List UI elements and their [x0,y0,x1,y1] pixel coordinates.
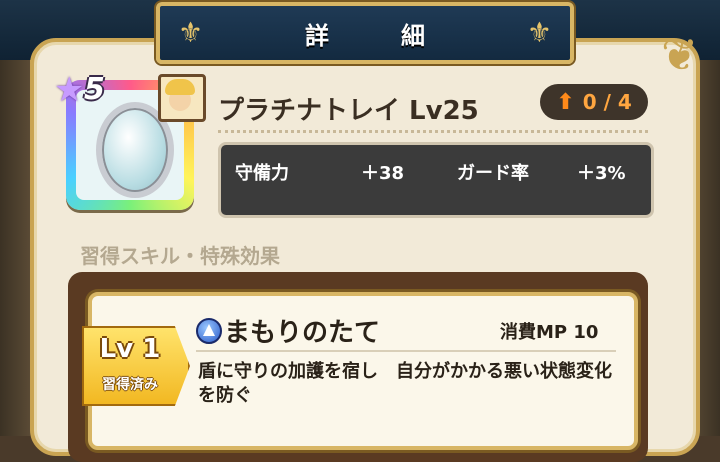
fleur-icon: ⚜ [526,16,552,49]
skill-level-badge: Lv 1 習得済み [82,326,190,406]
upgrade-count: 0 / 4 [582,90,632,114]
shield-skill-icon [196,318,222,344]
fleur-icon: ⚜ [178,16,204,49]
skill-divider [196,350,616,352]
corner-ornament-icon: ❦ [661,30,698,81]
upgrade-counter: ⬆ 0 / 4 [540,84,648,120]
skill-description: 盾に守りの加護を宿し 自分がかかる悪い状態変化を防ぐ [198,361,612,406]
up-arrow-icon: ⬆ [556,89,575,115]
stat-label-guard: ガード率 [457,163,529,184]
title-tab: ⚜ 詳 細 ⚜ [156,2,574,64]
skill-name: まもりのたて [224,318,381,348]
item-name: プラチナトレイ Lv25 [218,96,479,126]
rarity-number: 5 [84,72,105,107]
skill-mp-cost: 消費MP 10 [500,322,599,343]
skill-level: Lv 1 [99,334,161,364]
character-portrait-icon [158,74,206,122]
stat-value-defense: ＋38 [361,163,405,184]
section-heading: 習得スキル・特殊効果 [80,244,280,268]
background-left [0,60,30,436]
stats-box: 守備力 ＋38 ガード率 ＋3% [218,142,654,218]
stat-value-guard: ＋3% [577,163,626,184]
rarity-badge: ★ 5 [54,70,118,110]
page-title: 詳 細 [305,21,449,50]
skill-status: 習得済み [102,377,158,393]
divider [218,130,648,133]
star-icon: ★ [54,70,85,110]
stat-label-defense: 守備力 [235,163,289,184]
